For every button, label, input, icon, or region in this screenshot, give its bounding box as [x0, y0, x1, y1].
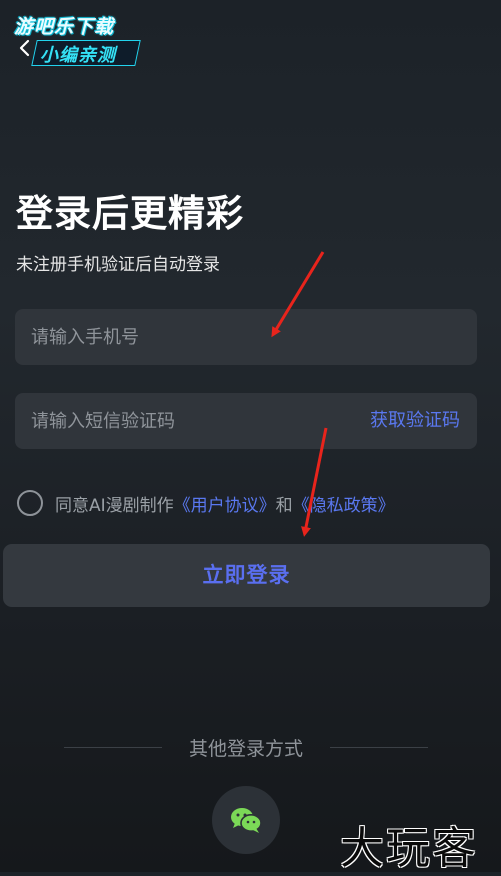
- sms-code-input[interactable]: [31, 393, 351, 449]
- chevron-left-icon[interactable]: [18, 38, 32, 58]
- watermark-logo-line1: 游吧乐下载: [14, 16, 115, 38]
- sms-code-field: 获取验证码: [15, 393, 477, 449]
- wechat-icon: [231, 808, 262, 833]
- watermark-logo-line2: 小编亲测: [40, 45, 116, 66]
- corner-watermark: 大玩客: [340, 823, 478, 874]
- agreement-row: 同意AI漫剧制作 《用户协议》 和 《隐私政策》: [17, 488, 395, 518]
- page-subtitle: 未注册手机验证后自动登录: [16, 255, 220, 275]
- get-code-button[interactable]: 获取验证码: [370, 393, 460, 449]
- wechat-login-button[interactable]: [212, 786, 280, 854]
- agreement-prefix: 同意AI漫剧制作: [55, 495, 174, 516]
- privacy-policy-link[interactable]: 《隐私政策》: [293, 491, 395, 516]
- login-button[interactable]: 立即登录: [3, 544, 490, 607]
- divider-right: [330, 747, 428, 748]
- agreement-and: 和: [275, 495, 293, 516]
- phone-input[interactable]: [31, 309, 351, 365]
- page-title: 登录后更精彩: [16, 192, 244, 235]
- agree-radio[interactable]: [17, 490, 43, 516]
- user-agreement-link[interactable]: 《用户协议》: [174, 491, 276, 516]
- phone-field: [15, 309, 477, 365]
